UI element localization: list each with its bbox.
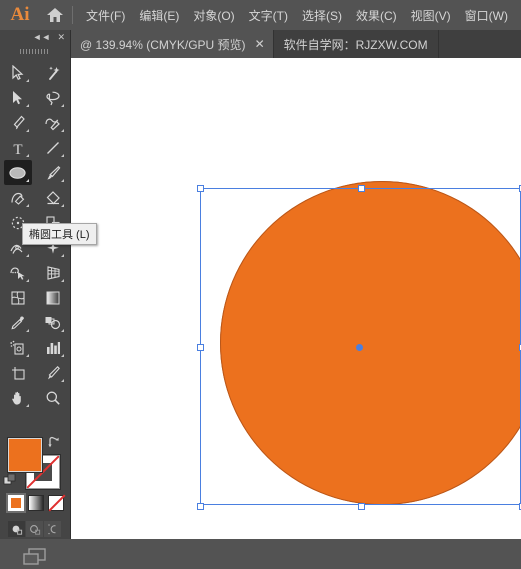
fill-swatch[interactable] (8, 438, 42, 472)
tool-flyout-marker (60, 104, 64, 107)
home-icon[interactable] (40, 0, 70, 30)
eyedropper-tool[interactable] (4, 310, 32, 335)
tool-flyout-marker (25, 254, 29, 257)
symbol-sprayer-tool[interactable] (4, 335, 32, 360)
tools-panel: ◄◄ ✕ T 椭圆工具 (L) (0, 30, 97, 565)
panel-drag-handle[interactable] (0, 45, 70, 58)
tool-flyout-marker (60, 129, 64, 132)
direct-selection-tool[interactable] (4, 85, 32, 110)
column-graph-tool[interactable] (39, 335, 67, 360)
tool-flyout-marker (60, 279, 64, 282)
document-tab-label: @ 139.94% (CMYK/GPU 预览) (80, 37, 246, 52)
swap-fill-stroke-icon[interactable] (47, 435, 61, 449)
tool-flyout-marker (25, 279, 29, 282)
menu-object[interactable]: 对象(O) (186, 4, 241, 27)
type-tool[interactable]: T (4, 135, 32, 160)
tool-flyout-marker (25, 204, 29, 207)
zoom-tool[interactable] (39, 385, 67, 410)
menu-separator (72, 6, 73, 24)
gradient-button[interactable] (28, 495, 44, 511)
tool-flyout-marker (25, 354, 29, 357)
watermark-tab: 软件自学网：RJZXW.COM (274, 30, 439, 58)
ellipse-shape[interactable] (220, 181, 521, 505)
artboard-tool[interactable] (4, 360, 32, 385)
tool-flyout-marker (60, 254, 64, 257)
menu-file[interactable]: 文件(F) (79, 4, 132, 27)
tool-flyout-marker (25, 79, 29, 82)
close-icon[interactable]: ✕ (255, 38, 265, 50)
tool-flyout-marker (25, 104, 29, 107)
blend-tool[interactable] (39, 310, 67, 335)
tool-flyout-marker (25, 329, 29, 332)
paintbrush-tool[interactable] (39, 160, 67, 185)
draw-inside-button[interactable] (44, 521, 61, 537)
menu-type[interactable]: 文字(T) (242, 4, 295, 27)
selection-tool[interactable] (4, 60, 32, 85)
menu-view[interactable]: 视图(V) (404, 4, 458, 27)
menu-select[interactable]: 选择(S) (295, 4, 349, 27)
selection-handle-bottom-left[interactable] (197, 503, 204, 510)
perspective-grid-tool[interactable] (39, 260, 67, 285)
tool-flyout-marker (60, 154, 64, 157)
menu-bar: Ai 文件(F) 编辑(E) 对象(O) 文字(T) 选择(S) 效果(C) 视… (0, 0, 521, 30)
anchor-center-point (356, 344, 363, 351)
selection-handle-middle-left[interactable] (197, 344, 204, 351)
illustrator-window: Ai 文件(F) 编辑(E) 对象(O) 文字(T) 选择(S) 效果(C) 视… (0, 0, 521, 565)
shape-builder-tool[interactable] (4, 260, 32, 285)
mesh-tool[interactable] (4, 285, 32, 310)
pen-tool[interactable] (4, 110, 32, 135)
menu-edit[interactable]: 编辑(E) (132, 4, 186, 27)
fill-mode-buttons (6, 493, 66, 513)
tool-flyout-marker (60, 329, 64, 332)
default-fill-stroke-icon[interactable] (3, 473, 17, 487)
tool-flyout-marker (25, 179, 29, 182)
hand-tool[interactable] (4, 385, 32, 410)
selection-handle-top-left[interactable] (197, 185, 204, 192)
tool-flyout-marker (25, 129, 29, 132)
close-panel-icon[interactable]: ✕ (57, 33, 65, 42)
document-tab-bar: @ 139.94% (CMYK/GPU 预览) ✕ 软件自学网：RJZXW.CO… (0, 30, 521, 58)
menu-window[interactable]: 窗口(W) (458, 4, 515, 27)
tool-flyout-marker (60, 204, 64, 207)
line-segment-tool[interactable] (39, 135, 67, 160)
tool-flyout-marker (60, 179, 64, 182)
none-slash-icon (48, 494, 66, 512)
tool-flyout-marker (60, 354, 64, 357)
tool-flyout-marker (25, 154, 29, 157)
artboard-canvas[interactable] (70, 58, 521, 539)
menu-effect[interactable]: 效果(C) (349, 4, 404, 27)
drawing-mode-buttons (8, 521, 61, 537)
tool-tooltip: 椭圆工具 (L) (22, 223, 97, 245)
shaper-tool[interactable] (4, 185, 32, 210)
magic-wand-tool[interactable] (39, 60, 67, 85)
lasso-tool[interactable] (39, 85, 67, 110)
menu-item-list: 文件(F) 编辑(E) 对象(O) 文字(T) 选择(S) 效果(C) 视图(V… (79, 4, 515, 27)
svg-text:T: T (13, 142, 22, 156)
collapse-panel-icon[interactable]: ◄◄ (33, 33, 51, 42)
change-screen-mode-button[interactable] (0, 545, 70, 569)
curvature-tool[interactable] (39, 110, 67, 135)
document-tab[interactable]: @ 139.94% (CMYK/GPU 预览) ✕ (70, 30, 274, 58)
tools-panel-header: ◄◄ ✕ (0, 30, 70, 45)
tool-flyout-marker (60, 379, 64, 382)
watermark-label: 软件自学网：RJZXW.COM (283, 37, 428, 52)
color-button[interactable] (6, 493, 26, 513)
eraser-tool[interactable] (39, 185, 67, 210)
slice-tool[interactable] (39, 360, 67, 385)
tool-flyout-marker (25, 404, 29, 407)
app-logo: Ai (10, 4, 30, 25)
draw-behind-button[interactable] (26, 521, 43, 537)
color-controls (0, 433, 70, 569)
draw-normal-button[interactable] (8, 521, 25, 537)
none-button[interactable] (48, 494, 66, 512)
ellipse-tool[interactable] (3, 160, 32, 185)
gradient-tool[interactable] (39, 285, 67, 310)
